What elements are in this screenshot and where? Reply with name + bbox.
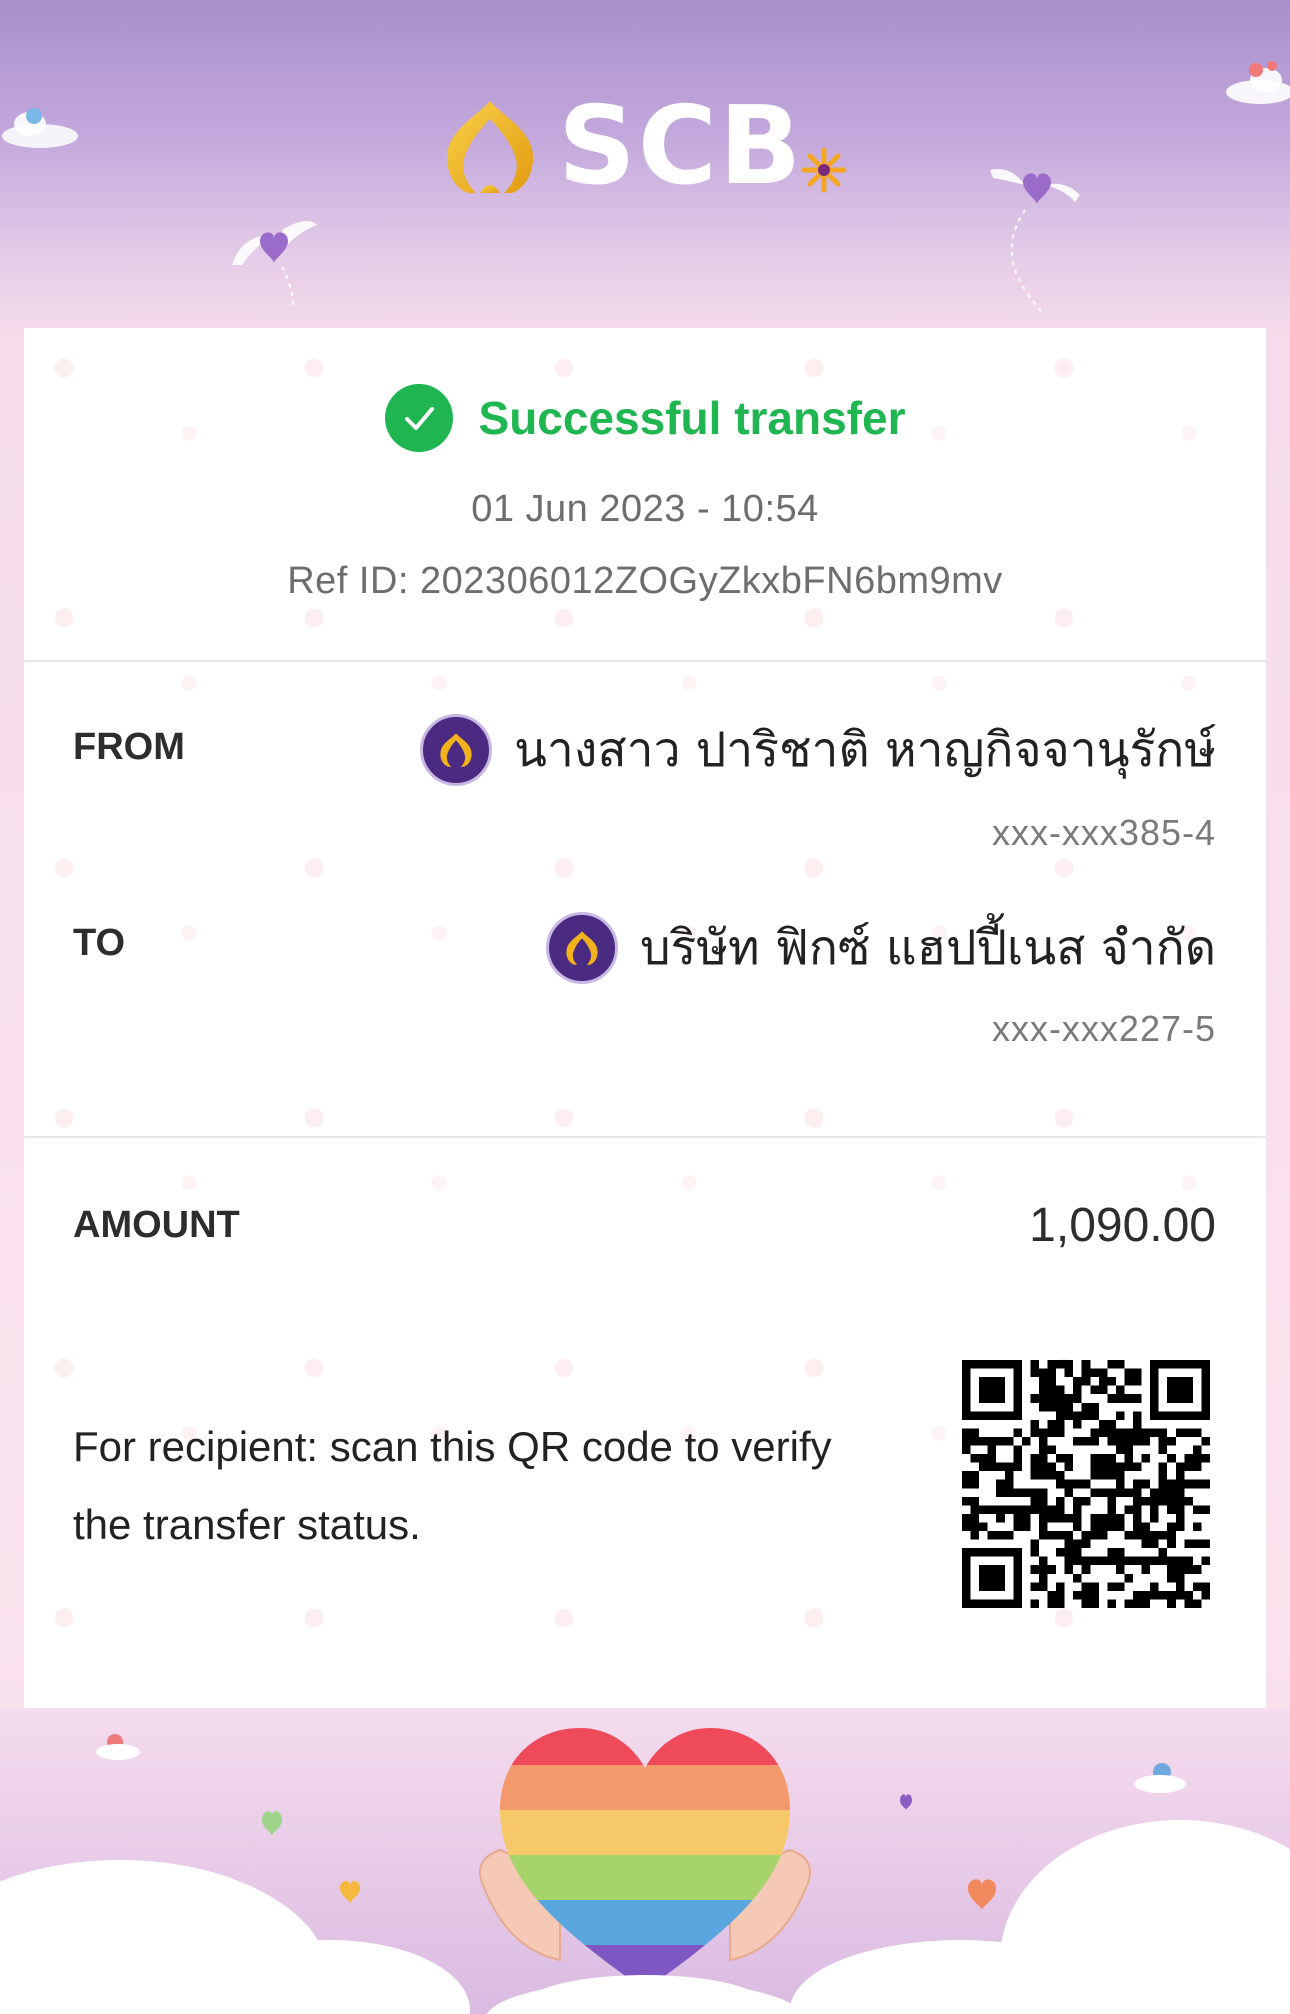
winged-heart-icon	[232, 221, 317, 311]
divider	[24, 1136, 1266, 1138]
to-label: TO	[73, 922, 126, 964]
to-party: บริษัท ฟิกซ์ แฮปปี้เนส จำกัด	[546, 908, 1216, 988]
to-name: บริษัท ฟิกซ์ แฮปปี้เนส จำกัด	[640, 920, 1216, 976]
header: SCB	[0, 0, 1290, 330]
ref-id-row: Ref ID: 202306012ZOGyZkxbFN6bm9mv	[24, 560, 1266, 603]
receipt-card: Successful transfer 01 Jun 2023 - 10:54 …	[24, 328, 1266, 1708]
scb-avatar-icon	[546, 912, 619, 984]
sparkle-icon	[801, 147, 847, 193]
to-account: xxx-xxx227-5	[991, 1008, 1216, 1049]
from-label: FROM	[73, 726, 185, 768]
status-row: Successful transfer	[24, 383, 1266, 453]
qr-instruction: For recipient: scan this QR code to veri…	[73, 1423, 832, 1548]
scb-logo: SCB	[440, 92, 803, 202]
scb-avatar-icon	[420, 714, 493, 786]
from-account: xxx-xxx385-4	[991, 812, 1216, 853]
transfer-datetime: 01 Jun 2023 - 10:54	[471, 488, 819, 530]
ref-id-label: Ref ID:	[287, 560, 409, 602]
qr-code-icon[interactable]	[962, 1360, 1210, 1608]
cloud-icon	[1226, 61, 1290, 104]
ref-id-value: 202306012ZOGyZkxbFN6bm9mv	[420, 560, 1003, 602]
divider	[24, 660, 1266, 662]
amount-value: 1,090.00	[1029, 1199, 1216, 1252]
check-circle-icon	[384, 384, 453, 452]
footer-illustration	[0, 1660, 1290, 2014]
from-name: นางสาว ปาริชาติ หาญกิจจานุรักษ์	[514, 722, 1216, 778]
scb-logo-icon	[446, 101, 534, 193]
winged-heart-icon	[990, 169, 1080, 316]
from-party: นางสาว ปาริชาติ หาญกิจจานุรักษ์	[420, 710, 1216, 790]
amount-label: AMOUNT	[73, 1204, 240, 1246]
cloud-icon	[2, 108, 78, 148]
brand-name: SCB	[558, 84, 804, 209]
status-text: Successful transfer	[478, 392, 906, 444]
